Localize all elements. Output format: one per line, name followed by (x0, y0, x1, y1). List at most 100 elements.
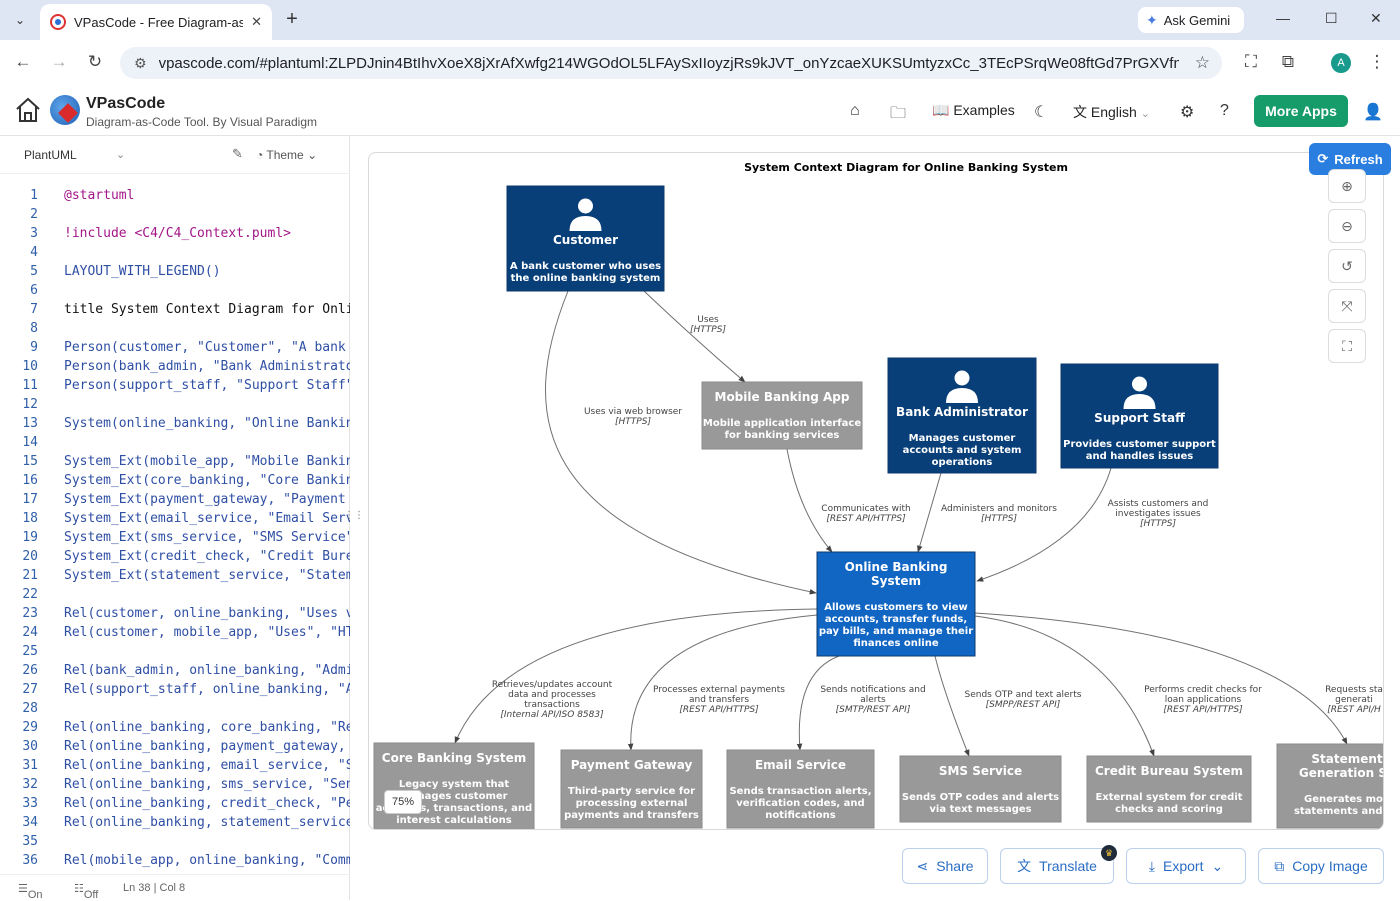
relationship-label: Uses (697, 315, 719, 325)
line-number: 22 (22, 587, 38, 602)
line-number: 8 (30, 321, 38, 336)
window-close-icon[interactable]: ✕ (1370, 10, 1382, 27)
fullscreen-icon[interactable]: ⛶ (1328, 329, 1366, 363)
fit-to-screen-icon[interactable]: ⤧ (1328, 289, 1366, 323)
code-area[interactable]: 1 @startuml 2 3 !include <C4/C4_Context.puml… (0, 188, 350, 868)
relationship-line (934, 655, 970, 757)
fold-toggle[interactable]: ☷ Off (74, 882, 98, 901)
translate-icon: 文 (1017, 858, 1032, 874)
browser-tab-strip: ⌄ VPasCode - Free Diagram-as-Co ✕ + ✦ As… (0, 0, 1400, 40)
person-icon (1132, 376, 1147, 392)
app-tagline: Diagram-as-Code Tool. By Visual Paradigm (86, 115, 317, 129)
browser-toolbar: ← → ↻ ⚙ vpascode.com/#plantuml:ZLPDJnin4… (0, 40, 1400, 86)
node-name: Customer (553, 233, 618, 247)
ask-gemini-button[interactable]: ✦ Ask Gemini (1138, 7, 1244, 33)
reload-icon[interactable]: ↻ (84, 52, 106, 72)
language-selector[interactable]: 文 English ⌄ (1073, 102, 1150, 122)
line-number: 2 (30, 207, 38, 222)
line-number: 6 (30, 283, 38, 298)
browser-menu-icon[interactable]: ⋮ (1366, 52, 1388, 72)
relationship-label: loan applications (1165, 695, 1242, 705)
node-description: pay bills, and manage their (819, 626, 973, 637)
dashboard-home-icon[interactable]: ⌂ (850, 102, 860, 120)
chevron-down-icon: ⌄ (1140, 108, 1150, 120)
line-number: 28 (22, 701, 38, 716)
address-bar[interactable]: ⚙ vpascode.com/#plantuml:ZLPDJnin4BtIhvX… (120, 47, 1222, 79)
relationship-label: Processes external payments (653, 685, 785, 695)
favicon-icon (50, 14, 66, 30)
line-number: 25 (22, 644, 38, 659)
code-line: Rel(online_banking, payment_gateway, (64, 739, 346, 754)
code-line: Rel(online_banking, credit_check, "Pe (64, 796, 350, 811)
settings-gear-icon[interactable]: ⚙ (1180, 102, 1194, 122)
extensions-icon[interactable]: ⧉ (1277, 52, 1299, 72)
node-description: Allows customers to view (824, 602, 967, 613)
more-apps-button[interactable]: More Apps (1254, 95, 1348, 127)
line-number: 31 (22, 758, 38, 773)
code-line: Person(support_staff, "Support Staff" (64, 378, 350, 393)
zoom-out-icon[interactable]: ⊖ (1328, 209, 1366, 243)
relationship-label: Performs credit checks for (1144, 685, 1262, 695)
relationship-technology: [SMTP/REST API] (836, 705, 911, 715)
minimize-icon[interactable]: — (1276, 10, 1290, 26)
user-icon[interactable]: 👤 (1363, 102, 1383, 122)
line-number: 26 (22, 663, 38, 678)
diagram-title: System Context Diagram for Online Bankin… (744, 161, 1068, 174)
node-description: A bank customer who uses (510, 261, 661, 272)
relationship-line (917, 472, 942, 553)
code-editor-panel: PlantUML ⌄ ✎ ◔ Theme ⌄ 1 @startuml 2 3 !incl… (0, 136, 364, 901)
zoom-in-icon[interactable]: ⊕ (1328, 169, 1366, 203)
bookmark-star-icon[interactable]: ☆ (1195, 53, 1210, 73)
profile-avatar[interactable]: A (1331, 53, 1351, 73)
cursor-position: Ln 38 | Col 8 (123, 882, 186, 894)
dark-mode-icon[interactable]: ☾ (1034, 102, 1048, 122)
node-name: Credit Bureau System (1095, 764, 1243, 778)
export-button[interactable]: ⤓ Export ⌄ (1126, 848, 1246, 884)
translate-button[interactable]: 文 Translate (1000, 848, 1114, 884)
diagram-canvas[interactable]: System Context Diagram for Online Bankin… (368, 152, 1384, 830)
node-description: Provides customer support (1063, 439, 1216, 450)
node-description: Legacy system that (399, 779, 510, 790)
url-text: vpascode.com/#plantuml:ZLPDJnin4BtIhvXoe… (158, 54, 1179, 72)
code-line: Rel(support_staff, online_banking, "A (64, 682, 350, 697)
resize-handle[interactable]: ⋮⋮ (344, 510, 364, 521)
line-number: 16 (22, 473, 38, 488)
back-icon[interactable]: ← (12, 52, 34, 72)
node-description: processing external (576, 798, 688, 809)
pencil-icon[interactable]: ✎ (232, 146, 243, 162)
theme-button[interactable]: ◔ Theme ⌄ (256, 148, 317, 162)
site-info-icon[interactable]: ⚙ (134, 55, 147, 72)
examples-button[interactable]: 📖 Examples (932, 102, 1015, 119)
chevron-down-icon[interactable]: ⌄ (116, 148, 125, 161)
help-icon[interactable]: ? (1220, 102, 1229, 120)
browser-tab[interactable]: VPasCode - Free Diagram-as-Co ✕ (40, 4, 272, 40)
code-line: title System Context Diagram for Onli (64, 302, 350, 317)
code-line: @startuml (64, 188, 135, 203)
code-line: System_Ext(sms_service, "SMS Service" (64, 530, 350, 545)
line-number: 1 (30, 188, 38, 203)
word-wrap-toggle[interactable]: ☰ On (18, 882, 43, 901)
code-line: Rel(online_banking, statement_service (64, 815, 350, 830)
tab-close-icon[interactable]: ✕ (251, 14, 262, 30)
ask-gemini-label: Ask Gemini (1163, 12, 1231, 28)
node-description: operations (932, 457, 993, 468)
relationship-label: Requests sta (1325, 685, 1383, 695)
home-icon[interactable] (14, 96, 42, 124)
editor-toolbar: PlantUML ⌄ ✎ ◔ Theme ⌄ (0, 136, 350, 174)
open-folder-icon[interactable]: 🗀 (890, 102, 906, 129)
reset-view-icon[interactable]: ↺ (1328, 249, 1366, 283)
maximize-icon[interactable]: ☐ (1325, 10, 1338, 27)
code-line: System(online_banking, "Online Bankin (64, 416, 350, 431)
new-tab-button[interactable]: + (280, 8, 304, 32)
node-name: Bank Administrator (896, 405, 1028, 419)
zoom-level: 75% (384, 790, 422, 814)
diagram-language-select[interactable]: PlantUML (24, 148, 77, 162)
node-description: Mobile application interface (703, 418, 861, 429)
download-icon: ⤓ (1148, 857, 1155, 874)
tab-search-button[interactable]: ⌄ (8, 8, 32, 32)
forward-icon[interactable]: → (48, 52, 70, 72)
screen-capture-icon[interactable]: ⛶ (1240, 52, 1262, 72)
share-button[interactable]: ⋖ Share (902, 848, 988, 884)
translate-icon: 文 (1073, 104, 1087, 120)
copy-image-button[interactable]: ⧉ Copy Image (1258, 848, 1384, 884)
